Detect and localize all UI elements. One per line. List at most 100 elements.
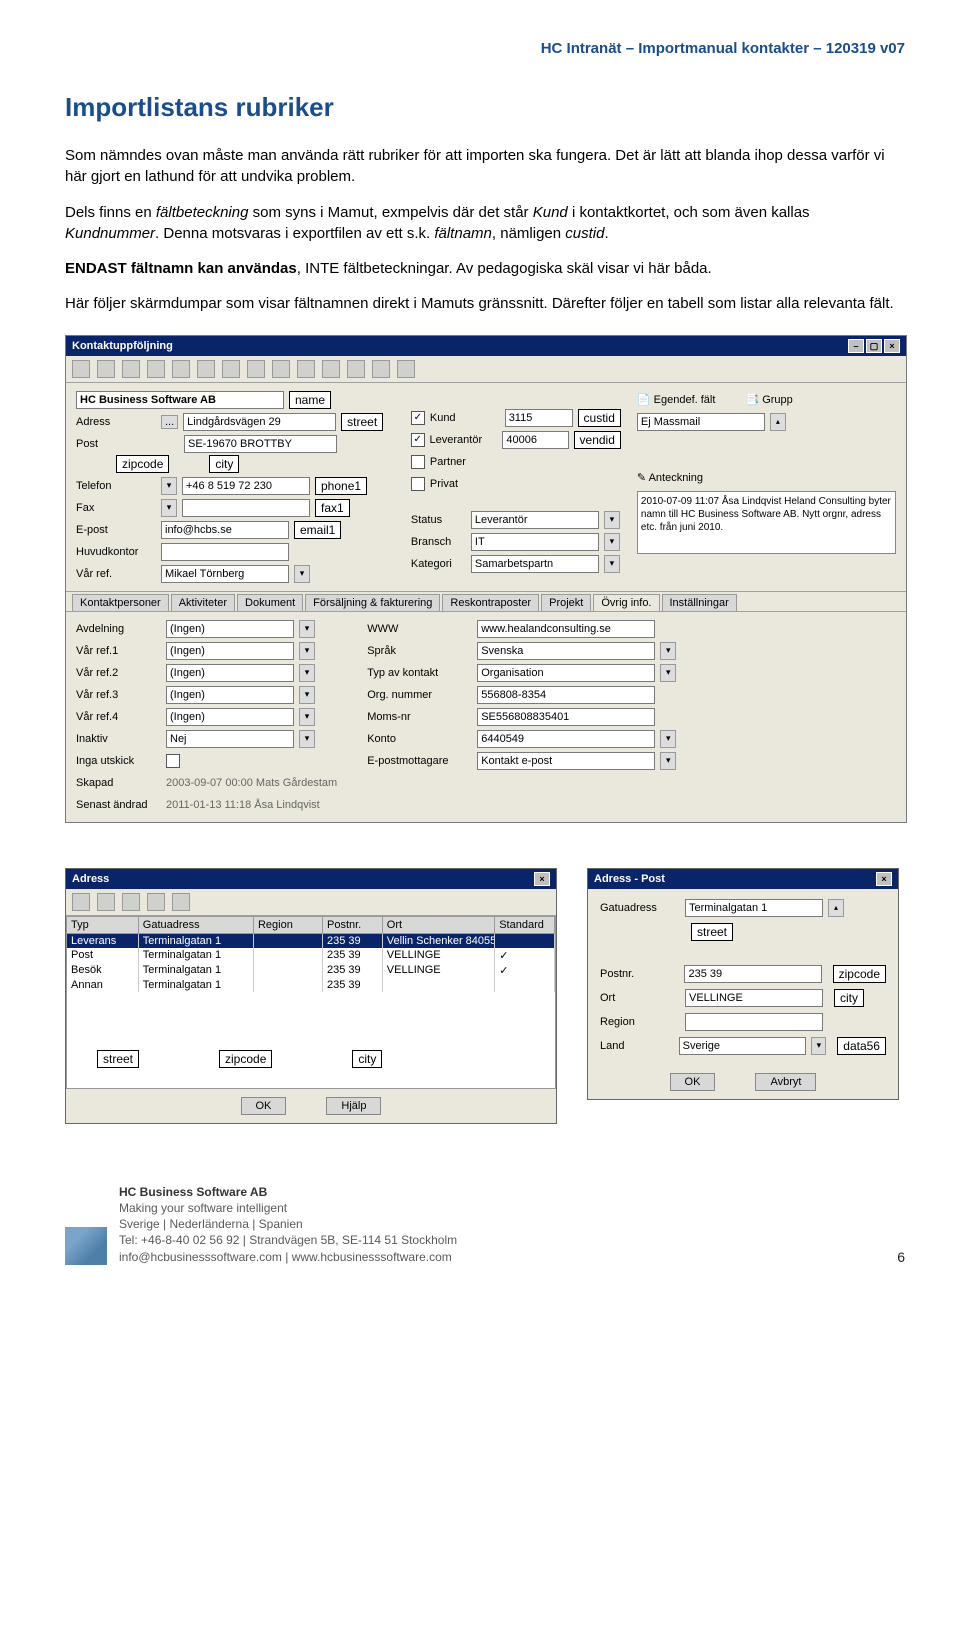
tab-kontaktpersoner[interactable]: Kontaktpersoner <box>72 594 169 611</box>
dropdown-icon[interactable]: ▾ <box>660 752 676 770</box>
dropdown-icon[interactable]: ▾ <box>604 533 620 551</box>
minimize-icon[interactable]: – <box>848 339 864 353</box>
dropdown-icon[interactable]: ▾ <box>299 620 315 638</box>
huvudkontor-field[interactable] <box>161 543 289 561</box>
col[interactable]: Region <box>254 917 323 933</box>
dropdown-icon[interactable]: ▾ <box>660 642 676 660</box>
field[interactable]: Kontakt e-post <box>477 752 655 770</box>
dropdown-icon[interactable]: ▾ <box>161 477 177 495</box>
col[interactable]: Typ <box>67 917 139 933</box>
field[interactable]: Organisation <box>477 664 655 682</box>
kategori-field[interactable]: Samarbetspartn <box>471 555 599 573</box>
toolbar-icon[interactable] <box>122 893 140 911</box>
checkbox-partner[interactable] <box>411 455 425 469</box>
email-field[interactable]: info@hcbs.se <box>161 521 289 539</box>
dropdown-icon[interactable]: ▾ <box>161 499 177 517</box>
field[interactable]: 556808-8354 <box>477 686 655 704</box>
dropdown-icon[interactable]: ▾ <box>299 664 315 682</box>
ort-field[interactable]: VELLINGE <box>685 989 823 1007</box>
varref-field[interactable]: Mikael Törnberg <box>161 565 289 583</box>
status-field[interactable]: Leverantör <box>471 511 599 529</box>
toolbar-icon[interactable] <box>222 360 240 378</box>
close-icon[interactable]: × <box>534 872 550 886</box>
col[interactable]: Ort <box>383 917 495 933</box>
field[interactable]: Nej <box>166 730 294 748</box>
dropdown-icon[interactable]: ▾ <box>604 511 620 529</box>
toolbar-icon[interactable] <box>272 360 290 378</box>
street-field[interactable]: Lindgårdsvägen 29 <box>183 413 336 431</box>
tab-forsaljning[interactable]: Försäljning & fakturering <box>305 594 440 611</box>
toolbar-icon[interactable] <box>172 360 190 378</box>
toolbar-icon[interactable] <box>72 893 90 911</box>
field[interactable]: Svenska <box>477 642 655 660</box>
checkbox-privat[interactable] <box>411 477 425 491</box>
table-row[interactable]: BesökTerminalgatan 1235 39VELLINGE✓ <box>67 963 555 978</box>
col[interactable]: Standard <box>495 917 555 933</box>
toolbar-icon[interactable] <box>147 893 165 911</box>
spin-icon[interactable]: ▴ <box>828 899 844 917</box>
dropdown-icon[interactable]: ▾ <box>299 730 315 748</box>
table-row[interactable]: LeveransTerminalgatan 1235 39Vellin Sche… <box>67 934 555 948</box>
postnr-field[interactable]: 235 39 <box>684 965 821 983</box>
cancel-button[interactable]: Avbryt <box>755 1073 816 1091</box>
tab-projekt[interactable]: Projekt <box>541 594 591 611</box>
toolbar-icon[interactable] <box>147 360 165 378</box>
label-egendef[interactable]: 📄 Egendef. fält <box>637 393 716 406</box>
toolbar-icon[interactable] <box>172 893 190 911</box>
bransch-field[interactable]: IT <box>471 533 599 551</box>
toolbar-icon[interactable] <box>72 360 90 378</box>
toolbar-icon[interactable] <box>97 360 115 378</box>
dropdown-icon[interactable]: ▾ <box>811 1037 826 1055</box>
levnr-field[interactable]: 40006 <box>502 431 568 449</box>
table-row[interactable]: PostTerminalgatan 1235 39VELLINGE✓ <box>67 948 555 963</box>
dropdown-icon[interactable]: ▾ <box>299 642 315 660</box>
field[interactable]: (Ingen) <box>166 686 294 704</box>
phone-field[interactable]: +46 8 519 72 230 <box>182 477 310 495</box>
checkbox-leverantor[interactable]: ✓ <box>411 433 425 447</box>
checkbox-kund[interactable]: ✓ <box>411 411 425 425</box>
tab-installningar[interactable]: Inställningar <box>662 594 737 611</box>
ok-button[interactable]: OK <box>241 1097 287 1115</box>
land-field[interactable]: Sverige <box>679 1037 807 1055</box>
toolbar-icon[interactable] <box>97 893 115 911</box>
massmail-field[interactable]: Ej Massmail <box>637 413 765 431</box>
toolbar-icon[interactable] <box>347 360 365 378</box>
close-icon[interactable]: × <box>884 339 900 353</box>
col[interactable]: Postnr. <box>323 917 383 933</box>
field[interactable]: SE556808835401 <box>477 708 655 726</box>
label-grupp[interactable]: 📑 Grupp <box>745 393 792 406</box>
field[interactable]: (Ingen) <box>166 620 294 638</box>
help-button[interactable]: Hjälp <box>326 1097 381 1115</box>
field[interactable]: (Ingen) <box>166 642 294 660</box>
close-icon[interactable]: × <box>876 872 892 886</box>
spin-up-icon[interactable]: ▴ <box>770 413 786 431</box>
dropdown-icon[interactable]: ▾ <box>660 664 676 682</box>
toolbar-icon[interactable] <box>372 360 390 378</box>
region-field[interactable] <box>685 1013 823 1031</box>
postline-field[interactable]: SE-19670 BROTTBY <box>184 435 337 453</box>
toolbar-icon[interactable] <box>322 360 340 378</box>
field[interactable]: 6440549 <box>477 730 655 748</box>
col[interactable]: Gatuadress <box>139 917 254 933</box>
gatu-field[interactable]: Terminalgatan 1 <box>685 899 823 917</box>
maximize-icon[interactable]: ▢ <box>866 339 882 353</box>
tab-reskontraposter[interactable]: Reskontraposter <box>442 594 539 611</box>
fax-field[interactable] <box>182 499 310 517</box>
tab-ovrig-active[interactable]: Övrig info. <box>593 594 659 611</box>
ellipsis-button[interactable]: ... <box>161 415 178 429</box>
dropdown-icon[interactable]: ▾ <box>299 708 315 726</box>
dropdown-icon[interactable]: ▾ <box>294 565 310 583</box>
toolbar-icon[interactable] <box>247 360 265 378</box>
dropdown-icon[interactable]: ▾ <box>660 730 676 748</box>
table-row[interactable]: AnnanTerminalgatan 1235 39 <box>67 978 555 992</box>
company-field[interactable]: HC Business Software AB <box>76 391 284 409</box>
checkbox[interactable] <box>166 754 180 768</box>
note-field[interactable]: 2010-07-09 11:07 Åsa Lindqvist Heland Co… <box>637 491 896 554</box>
toolbar-icon[interactable] <box>197 360 215 378</box>
field[interactable]: (Ingen) <box>166 664 294 682</box>
toolbar-icon[interactable] <box>122 360 140 378</box>
tab-dokument[interactable]: Dokument <box>237 594 303 611</box>
ok-button[interactable]: OK <box>670 1073 716 1091</box>
field[interactable]: www.healandconsulting.se <box>477 620 655 638</box>
toolbar-icon[interactable] <box>397 360 415 378</box>
